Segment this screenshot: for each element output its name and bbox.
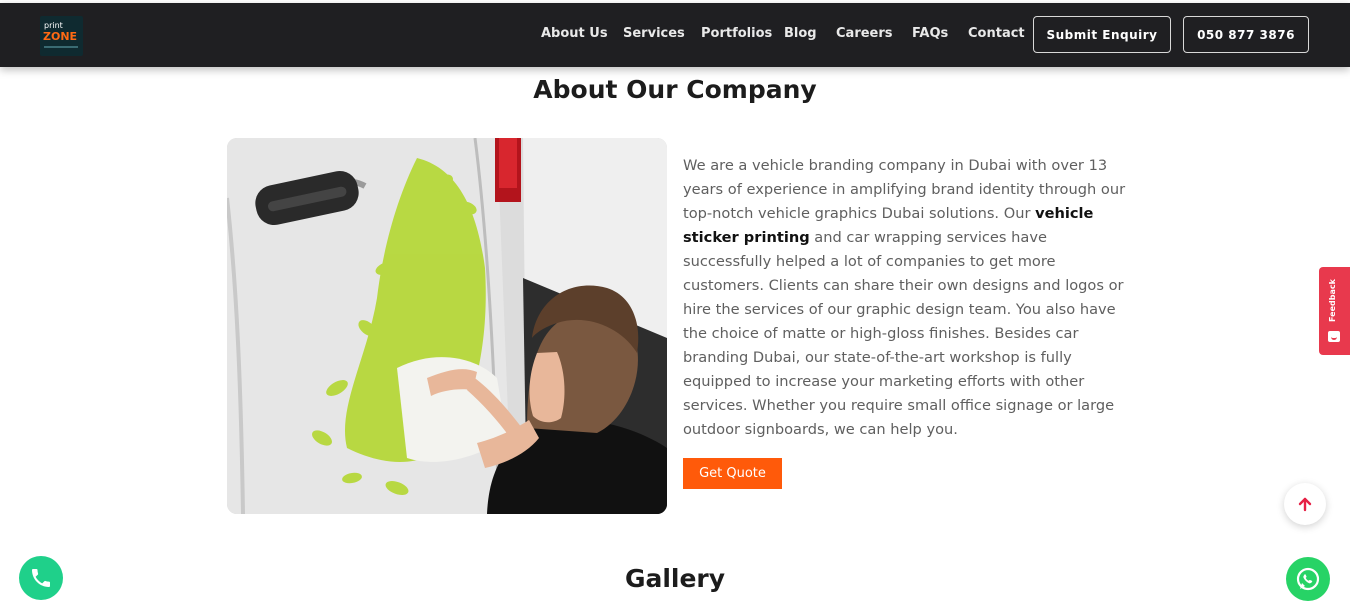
site-header: print ZONE About Us Services Portfolios …	[0, 3, 1350, 67]
logo-text-print: print	[44, 21, 63, 30]
gallery-section-title: Gallery	[624, 564, 726, 593]
about-text-end: and car wrapping services have successfu…	[683, 229, 1124, 438]
vehicle-wrap-illustration	[227, 138, 667, 514]
nav-about-us[interactable]: About Us	[541, 26, 608, 41]
feedback-tab[interactable]: Feedback	[1319, 267, 1350, 355]
whatsapp-button[interactable]	[1286, 557, 1330, 601]
nav-careers[interactable]: Careers	[836, 26, 893, 41]
get-quote-button[interactable]: Get Quote	[683, 458, 782, 489]
printzone-logo[interactable]: print ZONE	[40, 16, 83, 56]
nav-faqs[interactable]: FAQs	[912, 26, 948, 41]
scroll-to-top-button[interactable]	[1284, 483, 1326, 525]
about-paragraph: We are a vehicle branding company in Dub…	[683, 154, 1128, 442]
logo-underline	[44, 46, 78, 48]
submit-enquiry-button[interactable]: Submit Enquiry	[1033, 16, 1171, 53]
nav-portfolios[interactable]: Portfolios	[701, 26, 772, 41]
nav-services[interactable]: Services	[623, 26, 685, 41]
logo-text-zone: ZONE	[43, 30, 78, 43]
vehicle-wrap-photo	[227, 138, 667, 514]
nav-contact[interactable]: Contact	[968, 26, 1025, 41]
phone-number-button[interactable]: 050 877 3876	[1183, 16, 1309, 53]
about-section-title: About Our Company	[533, 75, 817, 104]
phone-icon	[32, 569, 50, 587]
smile-icon	[1328, 331, 1340, 342]
call-button[interactable]	[19, 556, 63, 600]
arrow-up-icon	[1298, 497, 1312, 512]
nav-blog[interactable]: Blog	[784, 26, 817, 41]
whatsapp-icon	[1296, 567, 1320, 591]
feedback-label: Feedback	[1328, 279, 1337, 323]
